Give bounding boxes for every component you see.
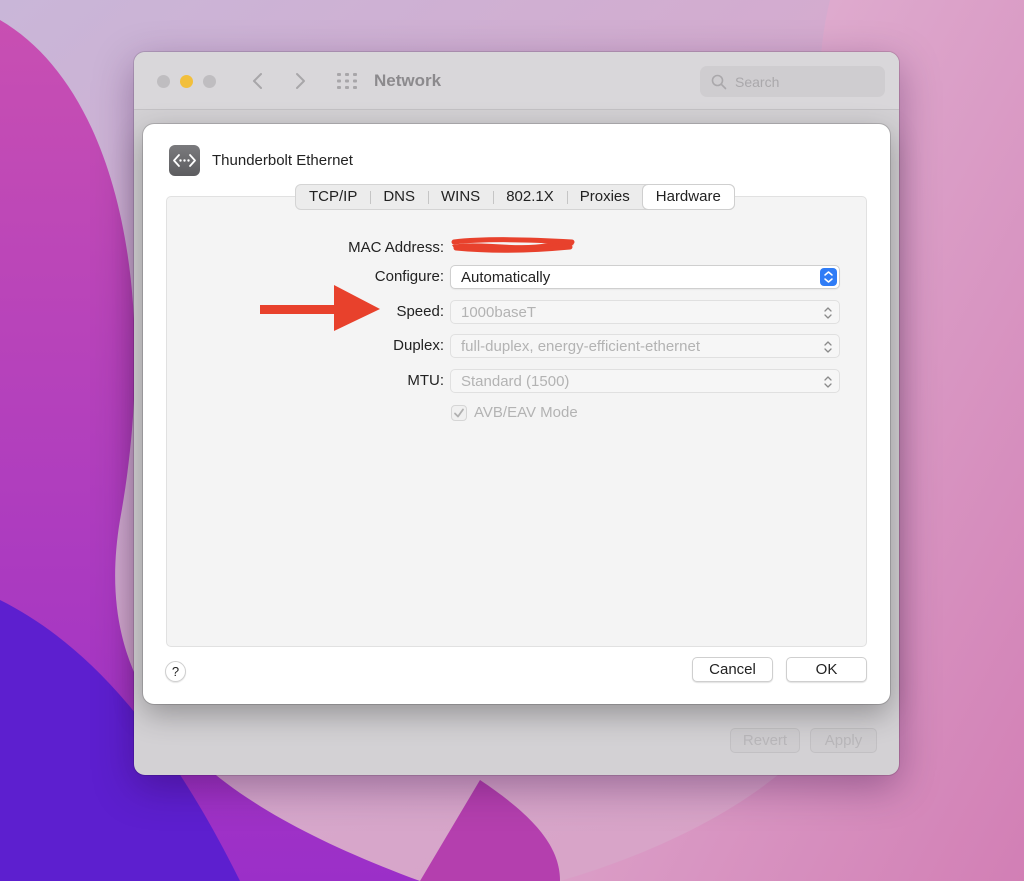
tab-proxies[interactable]: Proxies: [566, 185, 643, 209]
window-titlebar: Network Search: [134, 52, 899, 110]
arrow-annotation: [260, 285, 380, 331]
mac-address-label: MAC Address:: [348, 239, 444, 256]
settings-tabs: TCP/IP DNS WINS 802.1X Proxies Hardware: [295, 184, 735, 210]
advanced-settings-sheet: Thunderbolt Ethernet TCP/IP DNS WINS 802…: [143, 124, 890, 704]
ok-button[interactable]: OK: [786, 657, 867, 682]
tab-wins[interactable]: WINS: [428, 185, 493, 209]
redaction-scribble: [451, 237, 575, 253]
help-button[interactable]: ?: [165, 661, 186, 682]
close-window-button[interactable]: [157, 75, 170, 88]
ethernet-icon: [169, 145, 200, 176]
configure-value: Automatically: [461, 269, 551, 286]
configure-label: Configure:: [374, 268, 444, 285]
mtu-popup[interactable]: Standard (1500): [450, 369, 840, 393]
tab-tcpip[interactable]: TCP/IP: [296, 185, 370, 209]
duplex-popup[interactable]: full-duplex, energy-efficient-ethernet: [450, 334, 840, 358]
interface-name: Thunderbolt Ethernet: [212, 152, 353, 169]
tab-8021x[interactable]: 802.1X: [493, 185, 567, 209]
avb-eav-label: AVB/EAV Mode: [474, 404, 578, 421]
chevron-updown-icon: [824, 376, 832, 388]
tab-dns[interactable]: DNS: [370, 185, 428, 209]
chevron-right-icon[interactable]: [290, 70, 310, 92]
search-icon: [711, 74, 727, 90]
speed-popup[interactable]: 1000baseT: [450, 300, 840, 324]
chevron-updown-icon: [820, 268, 837, 286]
cancel-button[interactable]: Cancel: [692, 657, 773, 682]
chevron-left-icon[interactable]: [248, 70, 268, 92]
avb-eav-checkbox[interactable]: [451, 405, 467, 421]
chevron-updown-icon: [824, 341, 832, 353]
chevron-updown-icon: [824, 307, 832, 319]
configure-popup[interactable]: Automatically: [450, 265, 840, 289]
minimize-window-button[interactable]: [180, 75, 193, 88]
zoom-window-button[interactable]: [203, 75, 216, 88]
revert-button[interactable]: Revert: [730, 728, 800, 753]
search-placeholder: Search: [735, 74, 780, 90]
grid-icon[interactable]: [336, 72, 358, 90]
speed-value: 1000baseT: [461, 304, 537, 321]
hardware-panel: [166, 196, 867, 647]
mtu-label: MTU:: [407, 372, 444, 389]
search-field[interactable]: Search: [700, 66, 885, 97]
mtu-value: Standard (1500): [461, 373, 570, 390]
apply-button[interactable]: Apply: [810, 728, 877, 753]
checkmark-icon: [454, 408, 464, 418]
duplex-label: Duplex:: [393, 337, 444, 354]
window-title: Network: [374, 71, 442, 90]
tab-hardware[interactable]: Hardware: [642, 185, 734, 209]
duplex-value: full-duplex, energy-efficient-ethernet: [461, 338, 701, 355]
